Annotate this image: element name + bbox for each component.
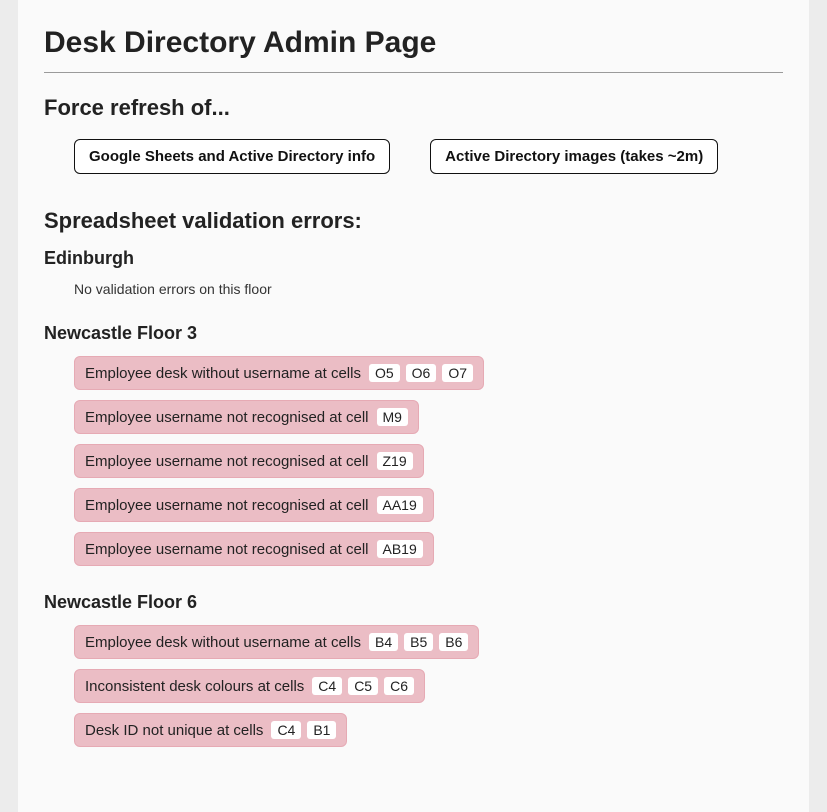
- validation-error: Employee username not recognised at cell…: [74, 400, 419, 434]
- validation-error: Desk ID not unique at cells C4 B1: [74, 713, 347, 747]
- cell-reference: Z19: [377, 452, 413, 470]
- cell-reference: AB19: [377, 540, 423, 558]
- floor-heading: Newcastle Floor 6: [44, 592, 783, 613]
- cell-reference: O6: [406, 364, 437, 382]
- validation-error: Employee username not recognised at cell…: [74, 488, 434, 522]
- cell-reference: O7: [442, 364, 473, 382]
- cell-reference: C5: [348, 677, 378, 695]
- cell-reference: O5: [369, 364, 400, 382]
- error-message: Employee username not recognised at cell: [85, 453, 369, 470]
- cell-reference: M9: [377, 408, 408, 426]
- validation-error: Employee desk without username at cells O…: [74, 356, 484, 390]
- floors-container: Edinburgh No validation errors on this fl…: [44, 248, 783, 747]
- error-message: Inconsistent desk colours at cells: [85, 678, 304, 695]
- cell-reference: C6: [384, 677, 414, 695]
- error-message: Desk ID not unique at cells: [85, 722, 263, 739]
- validation-error: Employee username not recognised at cell…: [74, 444, 424, 478]
- error-message: Employee username not recognised at cell: [85, 541, 369, 558]
- cell-reference: C4: [312, 677, 342, 695]
- error-message: Employee username not recognised at cell: [85, 497, 369, 514]
- error-message: Employee desk without username at cells: [85, 365, 361, 382]
- validation-heading: Spreadsheet validation errors:: [44, 208, 783, 234]
- divider: [44, 72, 783, 73]
- cell-reference: AA19: [377, 496, 423, 514]
- error-list: Employee desk without username at cells B…: [74, 625, 783, 747]
- error-message: Employee username not recognised at cell: [85, 409, 369, 426]
- floor-heading: Newcastle Floor 3: [44, 323, 783, 344]
- cell-reference: B5: [404, 633, 433, 651]
- no-errors-text: No validation errors on this floor: [74, 281, 783, 297]
- cell-reference: B6: [439, 633, 468, 651]
- cell-reference: C4: [271, 721, 301, 739]
- validation-error: Employee username not recognised at cell…: [74, 532, 434, 566]
- page-title: Desk Directory Admin Page: [44, 26, 783, 60]
- error-list: Employee desk without username at cells O…: [74, 356, 783, 566]
- error-message: Employee desk without username at cells: [85, 634, 361, 651]
- cell-reference: B4: [369, 633, 398, 651]
- refresh-sheets-button[interactable]: Google Sheets and Active Directory info: [74, 139, 390, 174]
- refresh-button-row: Google Sheets and Active Directory info …: [74, 139, 783, 174]
- refresh-heading: Force refresh of...: [44, 95, 783, 121]
- validation-error: Inconsistent desk colours at cells C4 C5 C6: [74, 669, 425, 703]
- validation-error: Employee desk without username at cells B…: [74, 625, 479, 659]
- floor-heading: Edinburgh: [44, 248, 783, 269]
- cell-reference: B1: [307, 721, 336, 739]
- refresh-images-button[interactable]: Active Directory images (takes ~2m): [430, 139, 718, 174]
